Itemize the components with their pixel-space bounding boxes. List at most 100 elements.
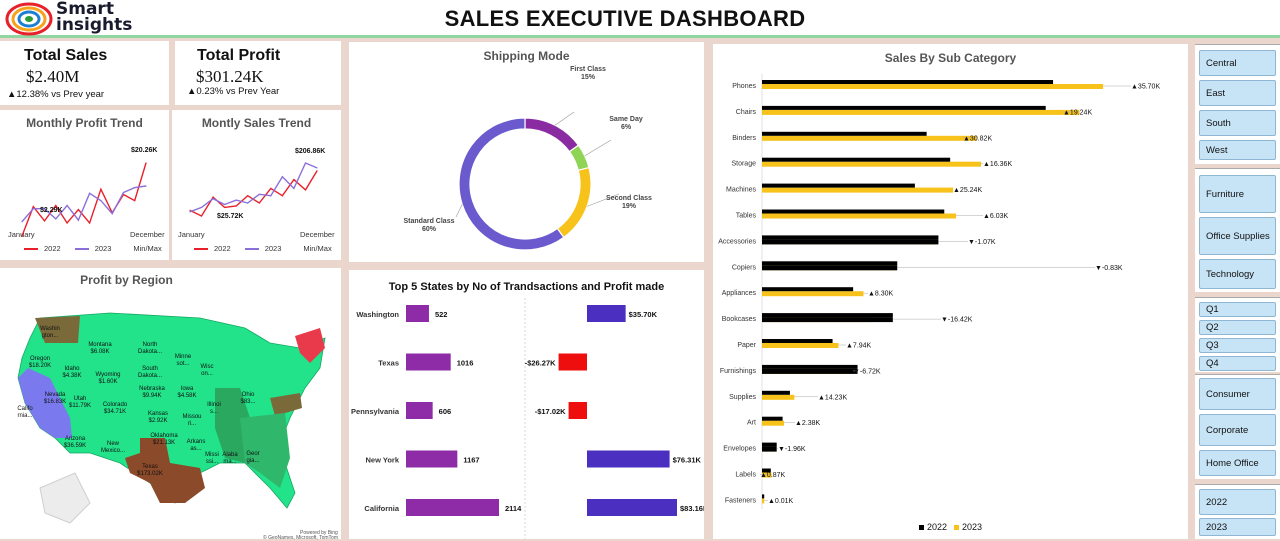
slicer-quarter-q1[interactable]: Q1 [1199, 302, 1276, 317]
slicer-segment-home-office[interactable]: Home Office [1199, 450, 1276, 476]
map-label-line: $36.59K [64, 443, 86, 449]
subcat-bar-2022-lower-bookcases [762, 317, 893, 323]
slicer-category-office-supplies[interactable]: Office Supplies [1199, 217, 1276, 255]
profit-bar-washington [587, 305, 626, 322]
total-sales-card: Total Sales $2.40M ▲12.38% vs Prev year [0, 41, 169, 105]
profit-by-region-card: Profit by Region Washin gton... Oregon $18.… [0, 268, 341, 541]
series-point-2022-Jun [77, 208, 79, 211]
map-label-oh: Ohio $83... [240, 392, 255, 405]
max-annotation: $20.26K [131, 147, 157, 154]
subcat-bar-2022-appliances [762, 287, 854, 292]
series-point-2023-Sep [111, 213, 113, 215]
subcat-label-appliances: Appliances [722, 290, 757, 297]
map-label-line: Oklahoma [150, 433, 178, 439]
profit-label-new-york: $76.31K [673, 456, 702, 465]
txn-label-pennsylvania: 606 [439, 407, 452, 416]
map-label-line: $9.94K [142, 393, 161, 399]
subcat-bar-2023-storage [762, 161, 982, 167]
monthly-profit-card: Monthly Profit Trend $20.26K $2.29K Janua… [0, 110, 169, 260]
subcat-bar-2023-tables [762, 213, 957, 219]
subcat-bar-2022-tables [762, 209, 945, 214]
region-slicer: Central East South West [1195, 44, 1280, 164]
subcat-bar-2022-supplies [762, 390, 790, 395]
series-point-2023-Dec [316, 167, 318, 169]
shipping-mode-card: Shipping Mode First Class 15% Same Day 6% Se… [349, 42, 704, 262]
map-label-line: $34.71K [104, 409, 126, 415]
subcat-change-label-supplies: ▲14.23K [818, 394, 847, 401]
subcat-bar-2023-paper [762, 343, 839, 348]
donut-pct-second-class: 19% [622, 203, 637, 210]
total-profit-change: ▲0.23% vs Prev Year [187, 86, 280, 97]
donut-label-second-class: Second Class [606, 195, 652, 202]
map-label-line: Washin [40, 326, 60, 332]
donut-slice-first-class [524, 117, 580, 153]
map-label-line: $4.58K [177, 393, 196, 399]
top-states-chart: Washington 522 $35.70K Texas 1016 -$26.27K Pen… [351, 298, 704, 539]
slicer-region-east[interactable]: East [1199, 80, 1276, 106]
slicer-category-furniture[interactable]: Furniture [1199, 175, 1276, 213]
map-label-line: on... [201, 371, 213, 377]
slicer-segment-corporate[interactable]: Corporate [1199, 414, 1276, 446]
subcategory-legend: 2022 2023 [919, 522, 982, 532]
subcat-bar-2022-binders [762, 131, 927, 136]
series-point-2023-Aug [270, 195, 272, 197]
txn-label-california: 2114 [505, 504, 522, 513]
legend-2023: 2023 [94, 244, 112, 253]
series-point-2022-Aug [270, 187, 272, 190]
map-attribution-2: © GeoNames, Microsoft, TomTom [263, 535, 338, 541]
subcat-label-furnishings: Furnishings [720, 368, 757, 375]
map-label-line: gton... [42, 333, 59, 339]
slicer-year-2023[interactable]: 2023 [1199, 518, 1276, 536]
map-label-line: Wyoming [96, 372, 121, 378]
map-label-al: Alaba ma... [222, 452, 238, 465]
slicer-region-central[interactable]: Central [1199, 50, 1276, 76]
state-label-texas: Texas [378, 359, 399, 368]
subcat-change-label-binders: ▲30.82K [963, 135, 992, 142]
slicer-year-2022[interactable]: 2022 [1199, 489, 1276, 515]
subcat-bar-2022-lower-accessories [762, 239, 939, 245]
subcat-bar-2022-accessories [762, 235, 939, 240]
txn-bar-new-york [406, 450, 458, 468]
subcat-bar-2023-art [762, 420, 785, 426]
x-label-december: December [130, 230, 165, 239]
donut-label-standard-class: Standard Class [404, 218, 455, 225]
quarter-slicer: Q1 Q2 Q3 Q4 [1195, 297, 1280, 372]
slicer-region-west[interactable]: West [1199, 140, 1276, 160]
series-point-2022-Oct [293, 179, 295, 181]
slicer-region-south[interactable]: South [1199, 110, 1276, 136]
series-point-2023-Jan [189, 211, 191, 213]
total-profit-card: Total Profit $301.24K ▲0.23% vs Prev Yea… [175, 41, 341, 105]
top-states-card: Top 5 States by No of Trandsactions and … [349, 270, 704, 539]
total-sales-change: ▲12.38% vs Prev year [7, 89, 105, 100]
total-sales-value: $2.40M [26, 67, 80, 86]
subcat-change-label-fasteners: ▲0.01K [768, 498, 794, 505]
map-label-line: Geor [246, 451, 259, 457]
subcat-label-paper: Paper [737, 342, 756, 349]
map-label-ms: Missi ssi... [205, 452, 219, 465]
series-point-2022-Nov [304, 189, 307, 191]
txn-label-new-york: 1167 [463, 456, 479, 465]
slicer-segment-consumer[interactable]: Consumer [1199, 378, 1276, 410]
subcat-label-bookcases: Bookcases [722, 316, 757, 323]
map-label-line: $21.13K [153, 440, 175, 446]
profit-bar-california [587, 499, 677, 516]
us-map: Washin gton... Oregon $18.20K Idaho $4.38K Mon… [17, 312, 326, 524]
legend-minmax: Min/Max [303, 244, 332, 253]
profit-bar-new-york [587, 450, 670, 468]
subcat-bar-2022-lower-envelopes [762, 446, 777, 452]
slicer-quarter-q4[interactable]: Q4 [1199, 356, 1276, 371]
map-label-line: Ohio [242, 392, 255, 398]
legend-2023-swatch [244, 247, 259, 250]
state-label-washington: Washington [356, 310, 399, 319]
subcat-label-copiers: Copiers [732, 264, 757, 271]
donut-slice-same-day [568, 144, 590, 172]
slicer-quarter-q3[interactable]: Q3 [1199, 338, 1276, 353]
map-label-line: rnia... [17, 413, 32, 419]
min-annotation: $25.72K [217, 213, 243, 220]
series-point-2023-Oct [122, 191, 125, 194]
legend-2022: 2022 [44, 244, 61, 253]
slicer-quarter-q2[interactable]: Q2 [1199, 320, 1276, 335]
slicer-category-technology[interactable]: Technology [1199, 259, 1276, 289]
subcat-bar-2022-storage [762, 157, 951, 162]
subcat-change-label-appliances: ▲8.30K [868, 291, 894, 298]
